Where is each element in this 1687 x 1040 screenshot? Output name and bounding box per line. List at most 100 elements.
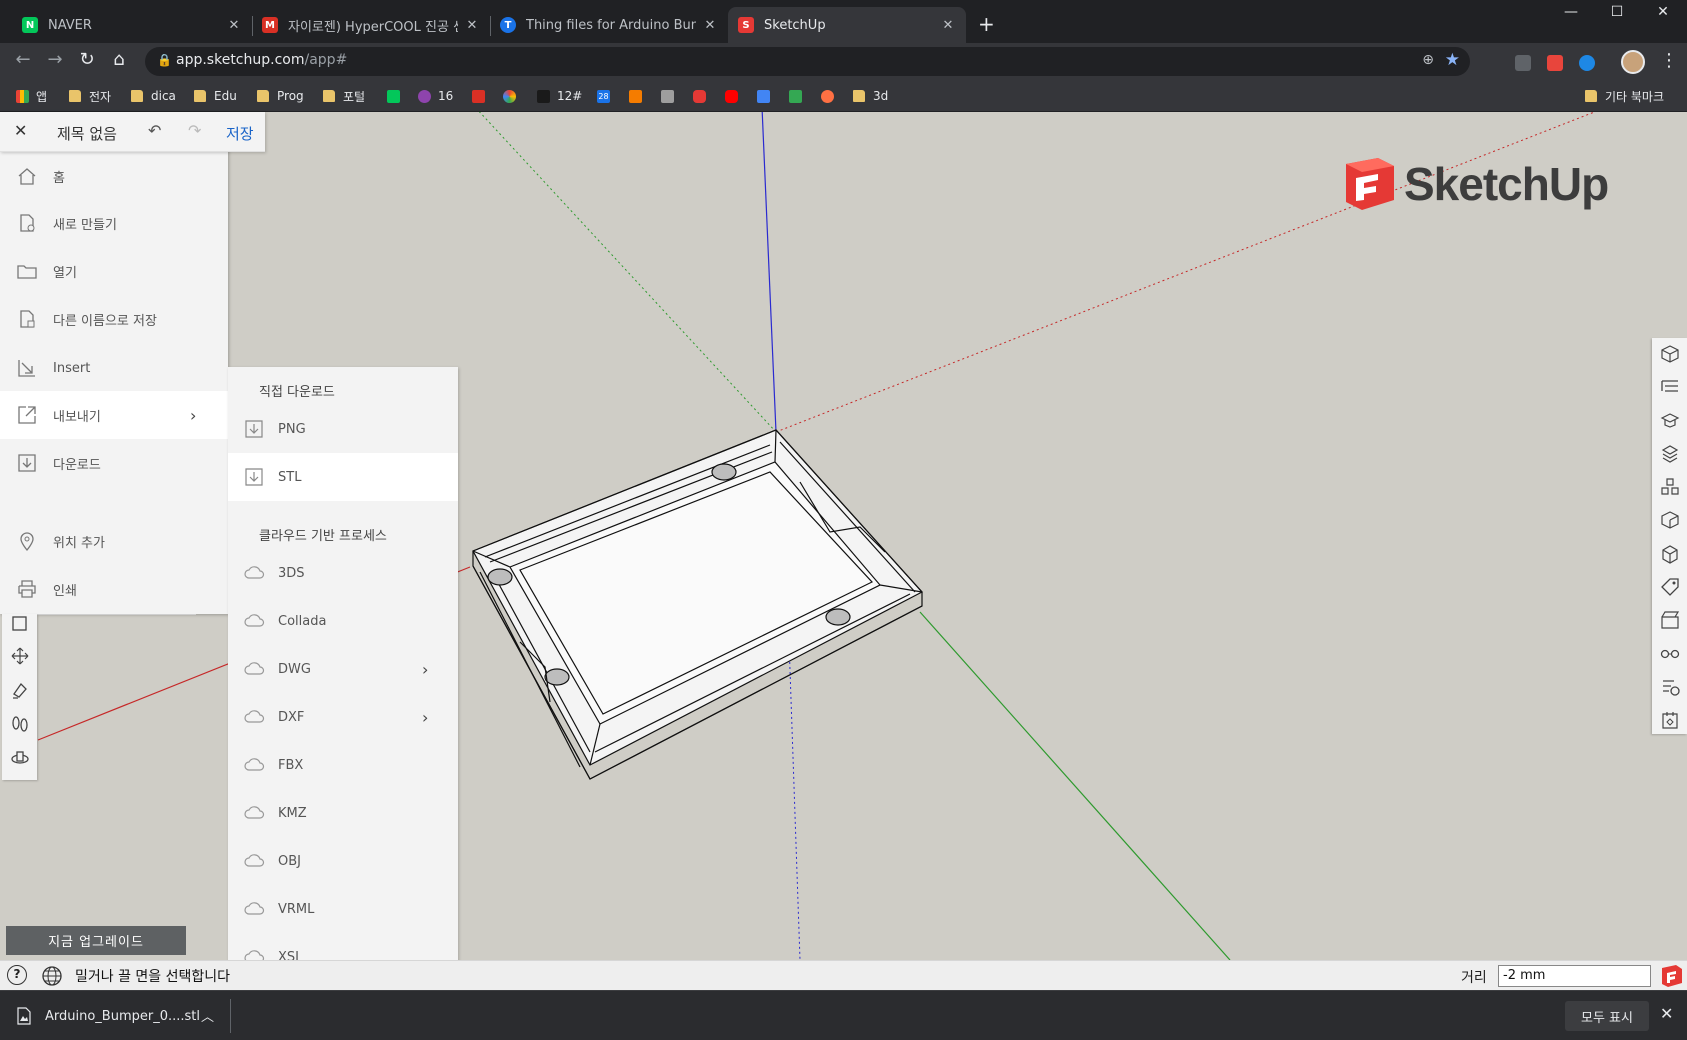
export-fbx[interactable]: FBX (228, 741, 458, 789)
tab-thingiverse[interactable]: T Thing files for Arduino Bumper ✕ (490, 7, 728, 43)
export-vrml[interactable]: VRML (228, 885, 458, 933)
cloud-sync-icon (244, 758, 265, 771)
distance-input[interactable]: -2 mm (1498, 965, 1651, 987)
document-title[interactable]: 제목 없음 (57, 123, 117, 144)
address-bar[interactable]: 🔒 app.sketchup.com/app# ⊕ ★ (145, 47, 1470, 76)
bookmark-other[interactable]: 기타 북마크 (1585, 86, 1664, 106)
close-tab-icon[interactable]: ✕ (702, 18, 718, 33)
extension-circle-icon[interactable] (1579, 55, 1595, 71)
walk-tool-icon[interactable] (10, 714, 30, 734)
bookmark-youtube[interactable] (725, 86, 745, 106)
export-dxf[interactable]: DXF › (228, 693, 458, 741)
show-all-downloads-button[interactable]: 모두 표시 (1565, 1001, 1649, 1031)
styles-icon[interactable] (1660, 510, 1680, 530)
undo-icon[interactable]: ↶ (148, 121, 161, 140)
back-icon[interactable]: ← (10, 49, 36, 70)
tab-naver[interactable]: N NAVER ✕ (12, 7, 252, 43)
export-collada[interactable]: Collada (228, 597, 458, 645)
tab-gmail[interactable]: M 자이로젠) HyperCOOL 진공 센서 ✕ (252, 7, 490, 43)
export-3ds[interactable]: 3DS (228, 549, 458, 597)
menu-item-download[interactable]: 다운로드 (0, 439, 228, 487)
model-info-icon[interactable] (1660, 710, 1680, 730)
new-tab-button[interactable]: + (978, 12, 995, 36)
bookmark-site[interactable]: 12# (537, 86, 582, 106)
bookmark-site[interactable] (661, 86, 681, 106)
bookmark-naver[interactable] (387, 86, 407, 106)
menu-item-new[interactable]: 새로 만들기 (0, 199, 228, 247)
menu-item-insert[interactable]: Insert (0, 344, 228, 392)
bookmark-star-icon[interactable]: ★ (1445, 50, 1460, 70)
bookmark-calendar[interactable]: 28 (597, 86, 617, 106)
export-dwg[interactable]: DWG › (228, 645, 458, 693)
bookmark-site[interactable] (789, 86, 809, 106)
export-kmz[interactable]: KMZ (228, 789, 458, 837)
chevron-up-icon[interactable]: ︿ (201, 1006, 214, 1025)
globe-icon[interactable] (41, 965, 63, 987)
url-text[interactable]: app.sketchup.com/app# (176, 52, 347, 68)
extension-office-icon[interactable] (1547, 55, 1563, 71)
home-browser-icon[interactable]: ⌂ (106, 49, 132, 70)
bookmark-apps[interactable]: 앱 (16, 86, 47, 106)
bookmark-site[interactable] (503, 86, 523, 106)
materials-icon[interactable] (1660, 443, 1680, 463)
close-menu-icon[interactable]: ✕ (14, 121, 27, 140)
menu-item-export[interactable]: 내보내기 › (0, 391, 228, 439)
close-tab-icon[interactable]: ✕ (940, 18, 956, 33)
bookmark-site[interactable] (821, 86, 841, 106)
tab-sketchup[interactable]: S SketchUp ✕ (728, 7, 966, 43)
extension-translate-icon[interactable] (1515, 55, 1531, 71)
help-icon[interactable]: ? (7, 965, 27, 985)
bookmark-site[interactable] (757, 86, 777, 106)
orbit-tool-icon[interactable] (10, 748, 30, 768)
save-button[interactable]: 저장 (226, 123, 254, 144)
export-stl[interactable]: STL (228, 453, 458, 501)
menu-item-add-location[interactable]: 위치 추가 (0, 517, 228, 565)
export-png[interactable]: PNG (228, 405, 458, 453)
tab-label: Thing files for Arduino Bumper (526, 17, 696, 33)
scenes-icon[interactable] (1660, 610, 1680, 630)
export-obj[interactable]: OBJ (228, 837, 458, 885)
bookmark-folder[interactable]: 포털 (323, 86, 365, 106)
bookmark-folder[interactable]: 3d (853, 86, 888, 106)
paint-bucket-icon[interactable] (10, 680, 30, 700)
menu-item-open[interactable]: 열기 (0, 247, 228, 295)
tab-label: SketchUp (764, 17, 826, 33)
menu-item-home[interactable]: 홈 (0, 152, 228, 200)
move-tool-icon[interactable] (10, 646, 30, 666)
downloaded-file-item[interactable]: Arduino_Bumper_0....stl (16, 991, 200, 1040)
bookmark-site[interactable]: 16 (418, 86, 453, 106)
maximize-window-icon[interactable]: ☐ (1594, 4, 1640, 20)
display-glasses-icon[interactable] (1660, 643, 1680, 663)
solid-inspector-icon[interactable] (1660, 677, 1680, 697)
minimize-window-icon[interactable]: — (1548, 4, 1594, 20)
bookmark-folder[interactable]: Edu (194, 86, 237, 106)
forward-icon[interactable]: → (42, 49, 68, 70)
profile-avatar[interactable] (1621, 50, 1645, 74)
close-download-shelf-icon[interactable]: ✕ (1660, 1004, 1673, 1023)
components-icon[interactable] (1660, 477, 1680, 497)
menu-item-print[interactable]: 인쇄 (0, 565, 228, 613)
tags-icon[interactable] (1660, 577, 1680, 597)
bookmark-folder[interactable]: Prog (257, 86, 304, 106)
bookmark-gmail[interactable] (472, 86, 492, 106)
close-tab-icon[interactable]: ✕ (226, 18, 242, 33)
tab-label: 자이로젠) HyperCOOL 진공 센서 (288, 19, 458, 35)
bookmark-folder[interactable]: dica (131, 86, 176, 106)
browser-menu-icon[interactable]: ⋮ (1660, 50, 1678, 71)
reload-icon[interactable]: ↻ (74, 49, 100, 70)
bookmark-site[interactable] (693, 86, 713, 106)
close-tab-icon[interactable]: ✕ (464, 18, 480, 33)
add-site-icon[interactable]: ⊕ (1422, 52, 1434, 68)
entity-info-icon[interactable] (1660, 344, 1680, 364)
instructor-icon[interactable] (1660, 410, 1680, 430)
redo-icon[interactable]: ↷ (188, 121, 201, 140)
bookmark-site[interactable] (629, 86, 649, 106)
menu-item-save-as[interactable]: 다른 이름으로 저장 (0, 295, 228, 343)
bookmark-folder[interactable]: 전자 (69, 86, 111, 106)
outliner-icon[interactable] (1660, 377, 1680, 397)
3d-warehouse-icon[interactable] (1660, 544, 1680, 564)
upgrade-now-button[interactable]: 지금 업그레이드 (6, 926, 186, 955)
shape-tool-icon[interactable] (10, 614, 30, 634)
close-window-icon[interactable]: ✕ (1640, 4, 1686, 20)
download-icon (18, 454, 36, 472)
